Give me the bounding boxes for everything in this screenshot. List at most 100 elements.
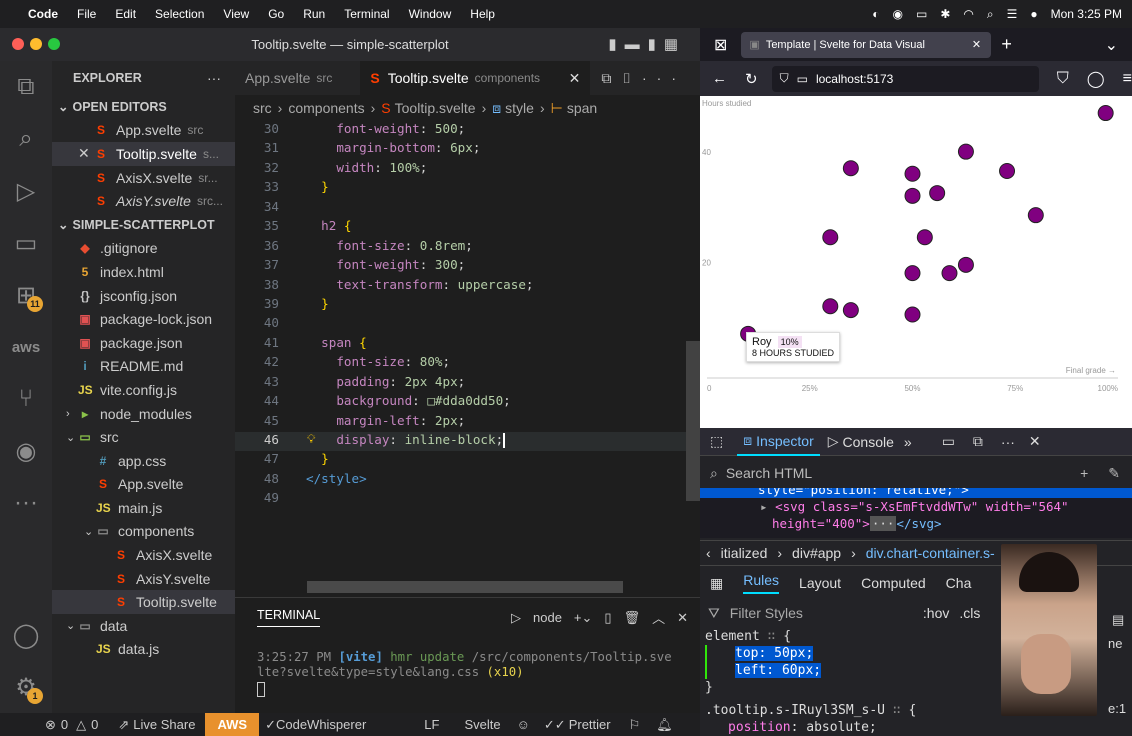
html-node-selected[interactable]: style="position: relative;">	[700, 488, 1132, 498]
rule-prop-top[interactable]: top: 50px;	[735, 646, 814, 661]
code-line[interactable]: 34	[235, 199, 700, 218]
copilot-icon[interactable]: ☺	[517, 717, 530, 732]
rule-prop-position-value[interactable]: absolute;	[806, 720, 876, 735]
live-share-button[interactable]: Live Share	[133, 717, 195, 732]
open-editor-item[interactable]: S AxisY.svelte src...	[52, 189, 235, 213]
menu-view[interactable]: View	[223, 7, 249, 21]
code-line[interactable]: 49	[235, 490, 700, 509]
filter-styles-input[interactable]: Filter Styles	[730, 605, 803, 621]
code-line[interactable]: 38 text-transform: uppercase;	[235, 277, 700, 296]
crumb-chart-container[interactable]: div.chart-container.s-	[866, 545, 995, 561]
crumb-initialized[interactable]: itialized	[721, 545, 768, 561]
code-line[interactable]: 40	[235, 315, 700, 334]
url-bar[interactable]: ⛉ ▭ localhost:5173	[771, 65, 1039, 92]
breadcrumb-src[interactable]: src	[253, 100, 272, 116]
remote-explorer-icon[interactable]: ▭	[0, 217, 52, 269]
tree-item[interactable]: ⌄ ▭ src	[52, 425, 235, 449]
bluetooth-icon[interactable]: ✱	[940, 7, 950, 21]
tree-item[interactable]: ◆ .gitignore	[52, 237, 235, 261]
tab-tooltip-svelte[interactable]: S Tooltip.svelte components ✕	[360, 61, 591, 95]
language-mode-button[interactable]: Svelte	[464, 717, 500, 732]
eol-button[interactable]: LF	[424, 717, 439, 732]
add-node-icon[interactable]: +	[1080, 465, 1088, 481]
minimize-window-button[interactable]	[30, 38, 42, 50]
bell-icon[interactable]: 🔔︎	[656, 717, 673, 733]
tab-inspector[interactable]: ⧈ Inspector	[737, 428, 820, 456]
tree-item[interactable]: ▣ package.json	[52, 331, 235, 355]
breadcrumb-style[interactable]: style	[505, 100, 534, 116]
close-panel-icon[interactable]: ✕	[677, 610, 688, 626]
menu-clock[interactable]: Mon 3:25 PM	[1051, 7, 1122, 21]
list-tabs-icon[interactable]: ⌄	[1105, 35, 1118, 55]
menu-terminal[interactable]: Terminal	[344, 7, 389, 21]
account-icon[interactable]: ◯	[0, 609, 52, 661]
breadcrumb-components[interactable]: components	[288, 100, 364, 116]
manage-gear-icon[interactable]: ⚙ 1	[0, 661, 52, 713]
maximize-panel-icon[interactable]: ︿	[652, 608, 665, 627]
close-devtools-icon[interactable]: ✕	[1029, 433, 1041, 450]
code-line[interactable]: 42 font-size: 80%;	[235, 354, 700, 373]
devtools-menu-icon[interactable]: ···	[1001, 434, 1015, 450]
lightbulb-icon[interactable]: 💡︎	[307, 432, 315, 447]
code-editor[interactable]: 30 font-weight: 500; 31 margin-bottom: 6p…	[235, 121, 700, 510]
crumb-app[interactable]: div#app	[792, 545, 841, 561]
warnings-count[interactable]: 0	[91, 717, 98, 732]
terminal-shell-name[interactable]: node	[533, 610, 562, 625]
spotify-icon[interactable]: ◉	[0, 425, 52, 477]
errors-icon[interactable]: ⊗	[45, 717, 56, 733]
html-tree[interactable]: style="position: relative;"> ▸ <svg clas…	[700, 488, 1132, 538]
hov-toggle[interactable]: :hov	[923, 605, 949, 621]
run-debug-icon[interactable]: ▷	[0, 165, 52, 217]
code-line[interactable]: 48 </style>	[235, 471, 700, 490]
tree-item[interactable]: i README.md	[52, 355, 235, 379]
tree-item[interactable]: JS main.js	[52, 496, 235, 520]
aws-status-button[interactable]: AWS	[205, 713, 260, 736]
open-editors-header[interactable]: ⌄ OPEN EDITORS	[52, 95, 235, 119]
close-icon[interactable]: ✕	[78, 145, 94, 162]
menu-edit[interactable]: Edit	[115, 7, 136, 21]
explorer-icon[interactable]: ⧉	[0, 61, 52, 113]
back-icon[interactable]: ←	[712, 70, 727, 87]
cls-toggle[interactable]: .cls	[959, 605, 980, 621]
tree-item[interactable]: JS data.js	[52, 638, 235, 662]
code-line[interactable]: 45 margin-left: 2px;	[235, 413, 700, 432]
menu-window[interactable]: Window	[409, 7, 452, 21]
rule-prop-left[interactable]: left: 60px;	[735, 663, 822, 678]
siri-icon[interactable]: ●	[1030, 7, 1037, 21]
add-terminal-icon[interactable]: +⌄	[574, 610, 592, 626]
menu-help[interactable]: Help	[470, 7, 495, 21]
code-line[interactable]: 46 display: inline-block; 💡︎	[235, 432, 700, 452]
tab-computed[interactable]: Computed	[861, 575, 926, 591]
warnings-icon[interactable]: △	[76, 717, 86, 733]
tree-item[interactable]: › ▸ node_modules	[52, 402, 235, 426]
open-editor-item[interactable]: S AxisX.svelte sr...	[52, 166, 235, 190]
tab-app-svelte[interactable]: App.svelte src	[235, 61, 342, 95]
rules-side-icon[interactable]: ▤	[1112, 612, 1132, 628]
pocket-icon[interactable]: ⛉	[1057, 70, 1069, 88]
tree-item[interactable]: 5 index.html	[52, 260, 235, 284]
tree-item[interactable]: {} jsconfig.json	[52, 284, 235, 308]
account-icon[interactable]: ◯	[1087, 69, 1105, 89]
open-editor-item[interactable]: S App.svelte src	[52, 119, 235, 143]
code-line[interactable]: 41 span {	[235, 335, 700, 354]
code-line[interactable]: 44 background: □#dda0dd50;	[235, 393, 700, 412]
more-icon[interactable]: ···	[0, 477, 52, 529]
chevron-left-icon[interactable]: ‹	[706, 545, 711, 561]
tree-item[interactable]: ▣ package-lock.json	[52, 307, 235, 331]
code-line[interactable]: 36 font-size: 0.8rem;	[235, 238, 700, 257]
status-icon[interactable]: ◐	[872, 7, 879, 21]
editor-scrollbar[interactable]	[686, 341, 700, 501]
tree-item[interactable]: ⌄ ▭ components	[52, 520, 235, 544]
split-terminal-icon[interactable]: ▯	[604, 610, 611, 626]
code-line[interactable]: 31 margin-bottom: 6px;	[235, 140, 700, 159]
close-window-button[interactable]	[12, 38, 24, 50]
code-line[interactable]: 47 }	[235, 451, 700, 470]
spotlight-icon[interactable]: ⌕	[987, 7, 994, 22]
rule-tooltip-selector[interactable]: .tooltip.s-IRuyl3SM_s-U	[705, 703, 885, 718]
search-icon[interactable]: ⌕	[0, 113, 52, 165]
more-tools-icon[interactable]: »	[904, 434, 912, 450]
project-header[interactable]: ⌄ SIMPLE-SCATTERPLOT	[52, 213, 235, 237]
new-tab-icon[interactable]: +	[1001, 34, 1012, 55]
tree-item[interactable]: JS vite.config.js	[52, 378, 235, 402]
code-line[interactable]: 39 }	[235, 296, 700, 315]
